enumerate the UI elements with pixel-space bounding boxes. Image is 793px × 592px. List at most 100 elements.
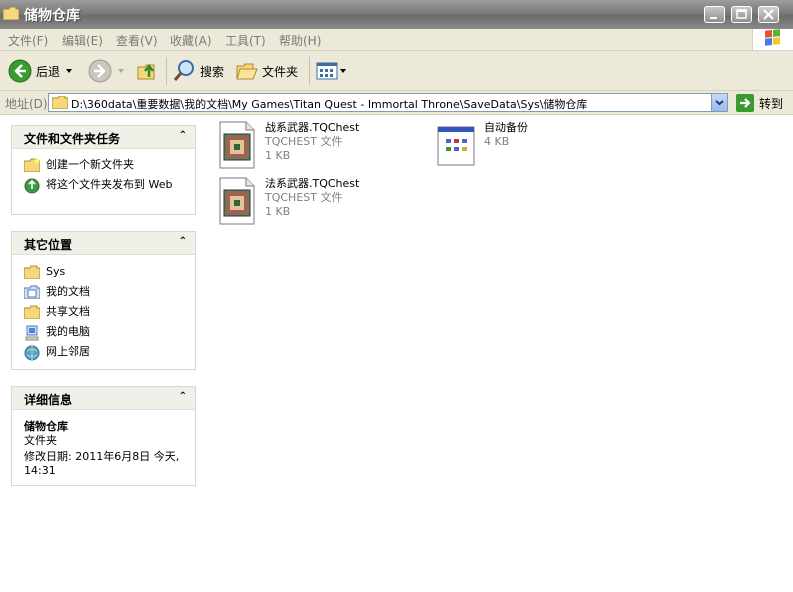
publish-web-icon bbox=[24, 178, 40, 194]
place-label: 我的文档 bbox=[46, 285, 90, 298]
file-type: TQCHEST 文件 bbox=[265, 135, 343, 148]
close-button[interactable] bbox=[758, 6, 779, 23]
toolbar-separator bbox=[166, 57, 167, 85]
file-item[interactable]: 自动备份 4 KB bbox=[437, 121, 528, 169]
my-documents-icon bbox=[24, 285, 40, 299]
place-sys[interactable]: Sys bbox=[24, 265, 65, 279]
place-label: 我的电脑 bbox=[46, 325, 90, 338]
go-button[interactable]: 转到 bbox=[736, 94, 783, 112]
panel-title: 文件和文件夹任务 bbox=[24, 132, 121, 146]
menu-favorites[interactable]: 收藏(A) bbox=[170, 32, 212, 49]
toolbar-separator bbox=[309, 57, 310, 85]
views-icon bbox=[316, 62, 338, 80]
collapse-icon[interactable]: ⌃ bbox=[179, 236, 187, 247]
views-button[interactable] bbox=[316, 58, 346, 84]
file-item[interactable]: 法系武器.TQChest TQCHEST 文件 1 KB bbox=[218, 177, 359, 225]
menu-help[interactable]: 帮助(H) bbox=[279, 32, 321, 49]
tqchest-file-icon bbox=[219, 177, 255, 225]
search-button[interactable]: 搜索 bbox=[172, 58, 224, 84]
place-my-computer[interactable]: 我的电脑 bbox=[24, 325, 90, 341]
file-size: 4 KB bbox=[484, 135, 510, 148]
title-bar[interactable]: 储物仓库 bbox=[0, 0, 793, 29]
minimize-icon bbox=[710, 17, 717, 19]
folders-label: 文件夹 bbox=[262, 64, 299, 79]
task-pane: 文件和文件夹任务 ⌃ 创建一个新文件夹 将这个文件夹发布到 Web 其它位置 ⌃ bbox=[0, 115, 205, 592]
panel-header[interactable]: 其它位置 ⌃ bbox=[12, 232, 195, 255]
go-arrow-icon bbox=[736, 94, 754, 112]
collapse-icon[interactable]: ⌃ bbox=[179, 130, 187, 141]
forward-arrow-icon bbox=[88, 59, 112, 83]
details-modified: 修改日期: 2011年6月8日 今天, 14:31 bbox=[24, 450, 180, 477]
folders-button[interactable]: 文件夹 bbox=[236, 58, 298, 84]
panel-header[interactable]: 文件和文件夹任务 ⌃ bbox=[12, 126, 195, 149]
folders-icon bbox=[236, 63, 258, 80]
network-icon bbox=[24, 345, 40, 361]
panel-title: 详细信息 bbox=[24, 393, 73, 407]
go-label: 转到 bbox=[759, 96, 784, 111]
close-icon bbox=[763, 9, 774, 20]
collapse-icon[interactable]: ⌃ bbox=[179, 391, 187, 402]
forward-button[interactable] bbox=[88, 58, 124, 84]
file-name: 战系武器.TQChest bbox=[265, 121, 360, 134]
folder-icon bbox=[24, 265, 40, 279]
details-type: 文件夹 bbox=[24, 434, 57, 447]
panel-title: 其它位置 bbox=[24, 238, 73, 252]
task-publish-web[interactable]: 将这个文件夹发布到 Web bbox=[24, 178, 174, 194]
place-network[interactable]: 网上邻居 bbox=[24, 345, 90, 361]
chevron-down-icon bbox=[715, 100, 724, 106]
address-label: 地址(D) bbox=[5, 97, 48, 111]
minimize-button[interactable] bbox=[704, 6, 725, 23]
file-size: 1 KB bbox=[265, 205, 291, 218]
search-icon bbox=[173, 60, 194, 81]
toolbar: 后退 搜索 文件夹 bbox=[0, 51, 793, 91]
menu-tools[interactable]: 工具(T) bbox=[225, 32, 266, 49]
window-title: 储物仓库 bbox=[24, 8, 80, 24]
menu-file[interactable]: 文件(F) bbox=[8, 32, 48, 49]
generic-file-icon bbox=[437, 126, 475, 166]
my-computer-icon bbox=[25, 325, 39, 341]
back-dropdown-icon[interactable] bbox=[66, 69, 73, 73]
task-label: 创建一个新文件夹 bbox=[46, 158, 134, 171]
file-item[interactable]: 战系武器.TQChest TQCHEST 文件 1 KB bbox=[218, 121, 359, 169]
place-my-documents[interactable]: 我的文档 bbox=[24, 285, 90, 299]
file-size: 1 KB bbox=[265, 149, 291, 162]
up-folder-icon bbox=[137, 63, 155, 80]
tqchest-file-icon bbox=[219, 121, 255, 169]
views-dropdown-icon bbox=[340, 69, 346, 73]
details-panel: 详细信息 ⌃ 储物仓库 文件夹 修改日期: 2011年6月8日 今天, 14:3… bbox=[11, 386, 196, 486]
back-label: 后退 bbox=[36, 64, 61, 79]
file-view[interactable]: 战系武器.TQChest TQCHEST 文件 1 KB 自动备份 4 KB 法… bbox=[205, 115, 793, 592]
task-new-folder[interactable]: 创建一个新文件夹 bbox=[24, 158, 134, 172]
address-input[interactable]: D:\360data\重要数据\我的文档\My Games\Titan Ques… bbox=[48, 93, 728, 112]
menu-view[interactable]: 查看(V) bbox=[116, 32, 158, 49]
address-bar: 地址(D) D:\360data\重要数据\我的文档\My Games\Tita… bbox=[0, 91, 793, 115]
place-label: 共享文档 bbox=[46, 305, 90, 318]
place-shared-documents[interactable]: 共享文档 bbox=[24, 305, 90, 319]
file-folder-tasks-panel: 文件和文件夹任务 ⌃ 创建一个新文件夹 将这个文件夹发布到 Web bbox=[11, 125, 196, 215]
address-dropdown-button[interactable] bbox=[711, 94, 727, 111]
folder-icon bbox=[3, 7, 19, 20]
back-button[interactable]: 后退 bbox=[8, 58, 73, 84]
new-folder-icon bbox=[24, 158, 40, 172]
windows-flag-icon bbox=[765, 29, 780, 46]
menu-bar: 文件(F) 编辑(E) 查看(V) 收藏(A) 工具(T) 帮助(H) bbox=[0, 29, 793, 51]
up-folder-button[interactable] bbox=[136, 58, 160, 84]
shared-folder-icon bbox=[24, 305, 40, 319]
folder-icon bbox=[52, 96, 68, 109]
other-places-panel: 其它位置 ⌃ Sys 我的文档 共享文档 我的电脑 网上邻居 bbox=[11, 231, 196, 370]
place-label: Sys bbox=[46, 265, 66, 278]
back-arrow-icon bbox=[8, 59, 32, 83]
file-name: 自动备份 bbox=[484, 121, 528, 134]
maximize-icon bbox=[736, 9, 747, 19]
forward-dropdown-icon[interactable] bbox=[118, 69, 124, 73]
windows-logo bbox=[752, 29, 793, 50]
file-name: 法系武器.TQChest bbox=[265, 177, 360, 190]
place-label: 网上邻居 bbox=[46, 345, 90, 358]
address-path: D:\360data\重要数据\我的文档\My Games\Titan Ques… bbox=[71, 98, 588, 111]
search-label: 搜索 bbox=[200, 64, 225, 79]
task-label: 将这个文件夹发布到 Web bbox=[46, 178, 173, 191]
panel-header[interactable]: 详细信息 ⌃ bbox=[12, 387, 195, 410]
maximize-button[interactable] bbox=[731, 6, 752, 23]
file-type: TQCHEST 文件 bbox=[265, 191, 343, 204]
menu-edit[interactable]: 编辑(E) bbox=[62, 32, 103, 49]
